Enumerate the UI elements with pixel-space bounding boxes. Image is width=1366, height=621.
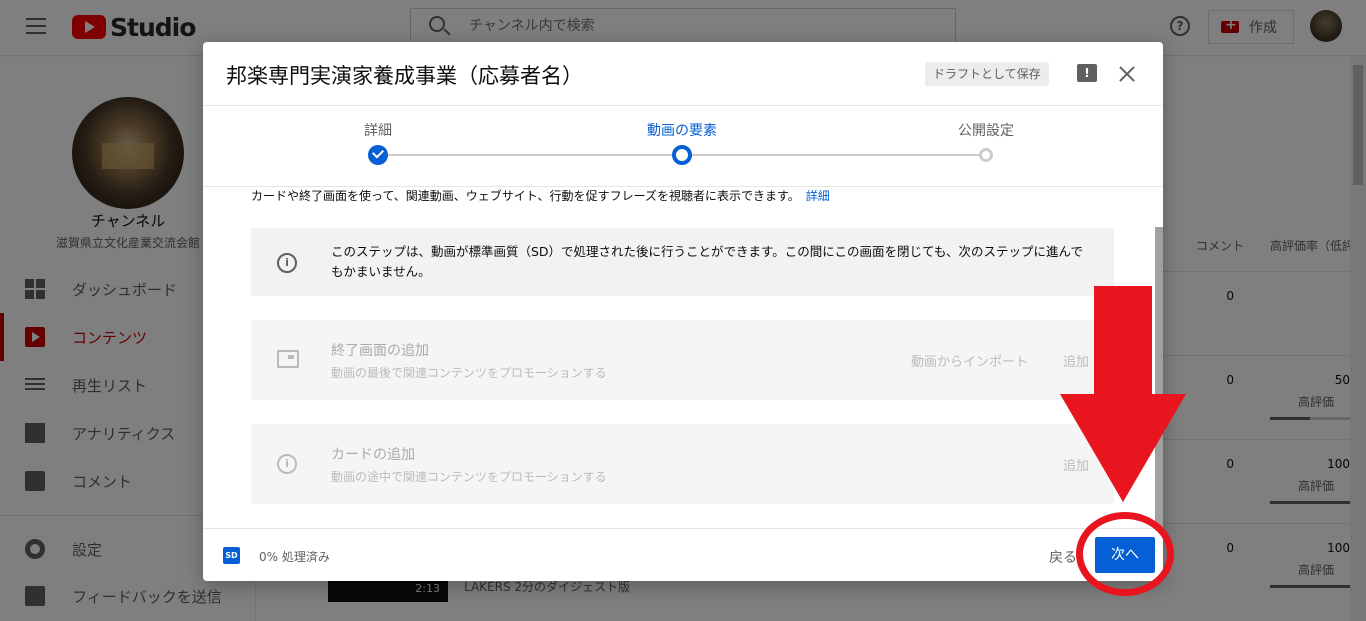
step-label-visibility[interactable]: 公開設定 — [958, 120, 1014, 140]
processing-status: 0% 処理済み — [259, 550, 330, 564]
step-connector — [378, 154, 682, 156]
processing-info-box: i このステップは、動画が標準画質（SD）で処理された後に行うことができます。こ… — [251, 228, 1114, 296]
step-label-video-elements[interactable]: 動画の要素 — [647, 120, 717, 140]
endscreen-subtitle: 動画の最後で関連コンテンツをプロモーションする — [331, 366, 607, 380]
endscreen-icon — [277, 350, 299, 368]
stepper: 詳細 動画の要素 公開設定 — [203, 106, 1163, 186]
intro-text: カードや終了画面を使って、関連動画、ウェブサイト、行動を促すフレーズを視聴者に表… — [251, 187, 830, 204]
learn-more-link[interactable]: 詳細 — [806, 189, 830, 203]
sd-badge-icon: SD — [223, 547, 240, 564]
card-info-icon: i — [277, 454, 297, 474]
dialog-title: 邦楽専門実演家養成事業（応募者名） — [226, 64, 583, 88]
back-button[interactable]: 戻る — [1049, 547, 1077, 567]
red-circle-annotation — [1076, 512, 1174, 596]
import-from-video-button[interactable]: 動画からインポート — [911, 351, 1028, 370]
step-current-dot[interactable] — [672, 145, 692, 165]
dialog-footer: SD 0% 処理済み 戻る 次へ — [203, 528, 1163, 581]
info-text: このステップは、動画が標準画質（SD）で処理された後に行うことができます。この間… — [331, 244, 1083, 279]
dialog-body: カードや終了画面を使って、関連動画、ウェブサイト、行動を促すフレーズを視聴者に表… — [203, 187, 1163, 528]
endscreen-title: 終了画面の追加 — [331, 343, 429, 359]
step-label-details[interactable]: 詳細 — [364, 120, 392, 140]
endscreen-section: 終了画面の追加 動画の最後で関連コンテンツをプロモーションする 動画からインポー… — [251, 320, 1114, 400]
red-arrow-annotation-icon — [1060, 286, 1186, 502]
save-draft-button[interactable]: ドラフトとして保存 — [925, 62, 1049, 86]
close-icon[interactable] — [1117, 64, 1137, 84]
cards-section: i カードの追加 動画の途中で関連コンテンツをプロモーションする 追加 — [251, 424, 1114, 504]
intro-description: カードや終了画面を使って、関連動画、ウェブサイト、行動を促すフレーズを視聴者に表… — [251, 189, 800, 203]
step-done-check-icon[interactable] — [368, 145, 388, 165]
step-connector — [682, 154, 986, 156]
info-icon: i — [277, 253, 297, 273]
cards-subtitle: 動画の途中で関連コンテンツをプロモーションする — [331, 470, 607, 484]
report-feedback-icon[interactable]: ! — [1077, 64, 1097, 82]
upload-dialog: 邦楽専門実演家養成事業（応募者名） ドラフトとして保存 ! 詳細 動画の要素 公… — [203, 42, 1163, 581]
step-todo-dot[interactable] — [979, 148, 993, 162]
cards-title: カードの追加 — [331, 447, 415, 463]
